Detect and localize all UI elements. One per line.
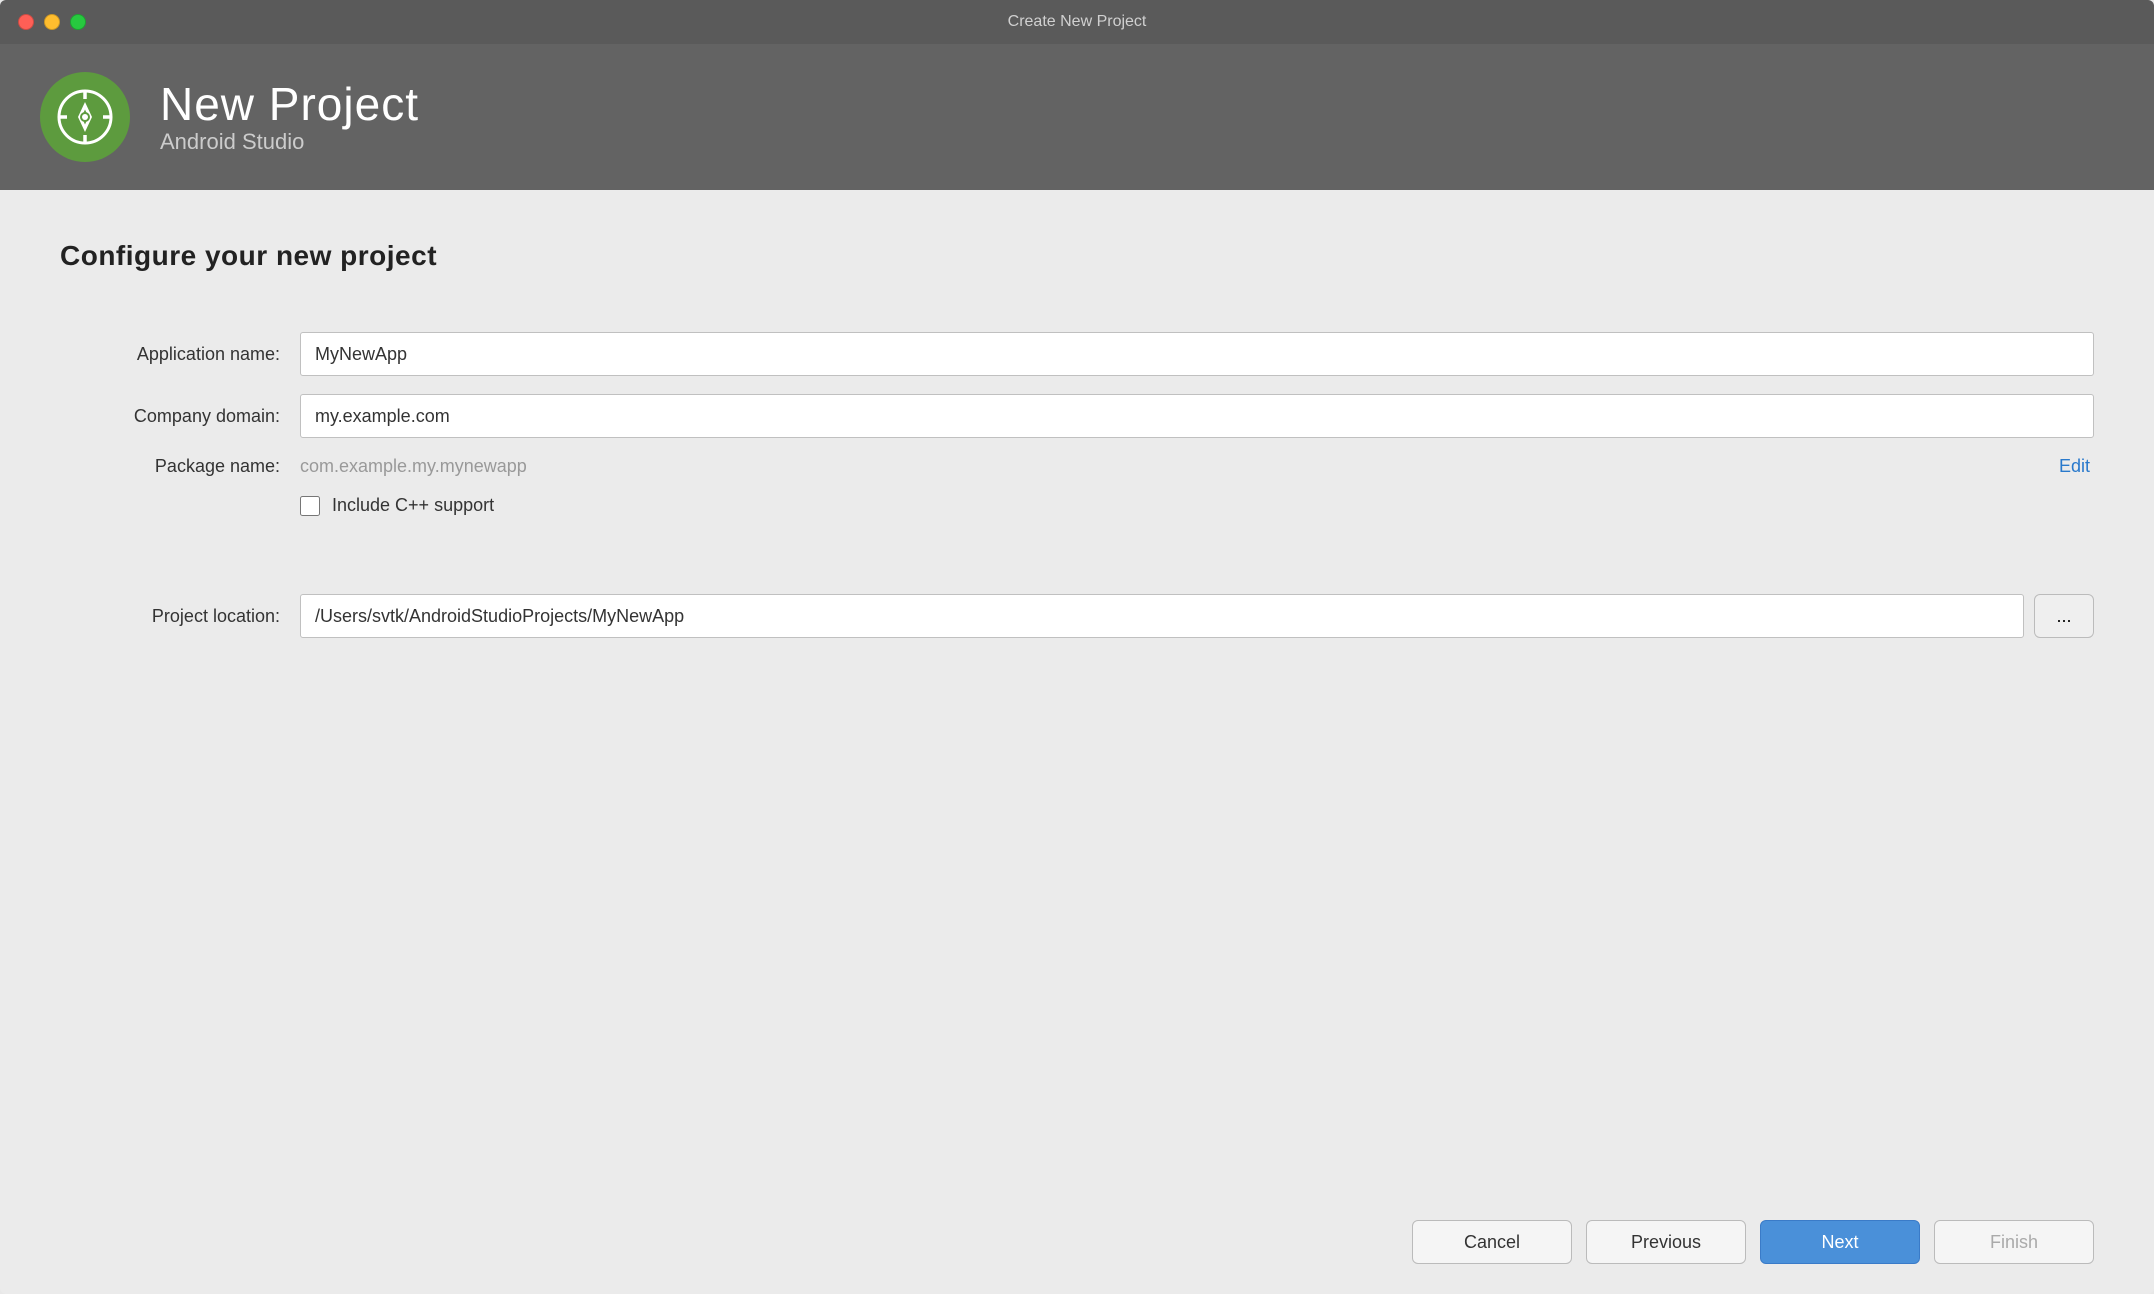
company-domain-row: Company domain:	[60, 394, 2094, 438]
title-bar-buttons	[18, 14, 86, 30]
project-location-row: Project location: ...	[60, 594, 2094, 638]
package-name-content: com.example.my.mynewapp Edit	[300, 456, 2094, 477]
header-text: New Project Android Studio	[160, 79, 419, 156]
page-title: Configure your new project	[60, 240, 2094, 272]
window: Create New Project New	[0, 0, 2154, 1294]
main-content: Configure your new project Application n…	[0, 190, 2154, 1190]
footer: Cancel Previous Next Finish	[0, 1190, 2154, 1294]
package-name-label: Package name:	[60, 456, 300, 477]
cpp-support-row: Include C++ support	[300, 495, 2094, 516]
package-name-row: Package name: com.example.my.mynewapp Ed…	[60, 456, 2094, 477]
project-location-label: Project location:	[60, 606, 300, 627]
cpp-support-label[interactable]: Include C++ support	[332, 495, 494, 516]
title-bar: Create New Project	[0, 0, 2154, 44]
header-title: New Project	[160, 79, 419, 130]
application-name-input[interactable]	[300, 332, 2094, 376]
company-domain-label: Company domain:	[60, 406, 300, 427]
form-section: Application name: Company domain: Packag…	[60, 332, 2094, 656]
window-title: Create New Project	[1008, 13, 1147, 31]
application-name-row: Application name:	[60, 332, 2094, 376]
cpp-support-checkbox[interactable]	[300, 496, 320, 516]
cancel-button[interactable]: Cancel	[1412, 1220, 1572, 1264]
application-name-label: Application name:	[60, 344, 300, 365]
project-location-input[interactable]	[300, 594, 2024, 638]
finish-button[interactable]: Finish	[1934, 1220, 2094, 1264]
header-banner: New Project Android Studio	[0, 44, 2154, 190]
edit-link[interactable]: Edit	[2059, 456, 2094, 477]
maximize-button[interactable]	[70, 14, 86, 30]
next-button[interactable]: Next	[1760, 1220, 1920, 1264]
minimize-button[interactable]	[44, 14, 60, 30]
browse-button[interactable]: ...	[2034, 594, 2094, 638]
header-subtitle: Android Studio	[160, 129, 419, 155]
android-studio-logo	[40, 72, 130, 162]
company-domain-input[interactable]	[300, 394, 2094, 438]
previous-button[interactable]: Previous	[1586, 1220, 1746, 1264]
package-name-value: com.example.my.mynewapp	[300, 456, 527, 477]
close-button[interactable]	[18, 14, 34, 30]
